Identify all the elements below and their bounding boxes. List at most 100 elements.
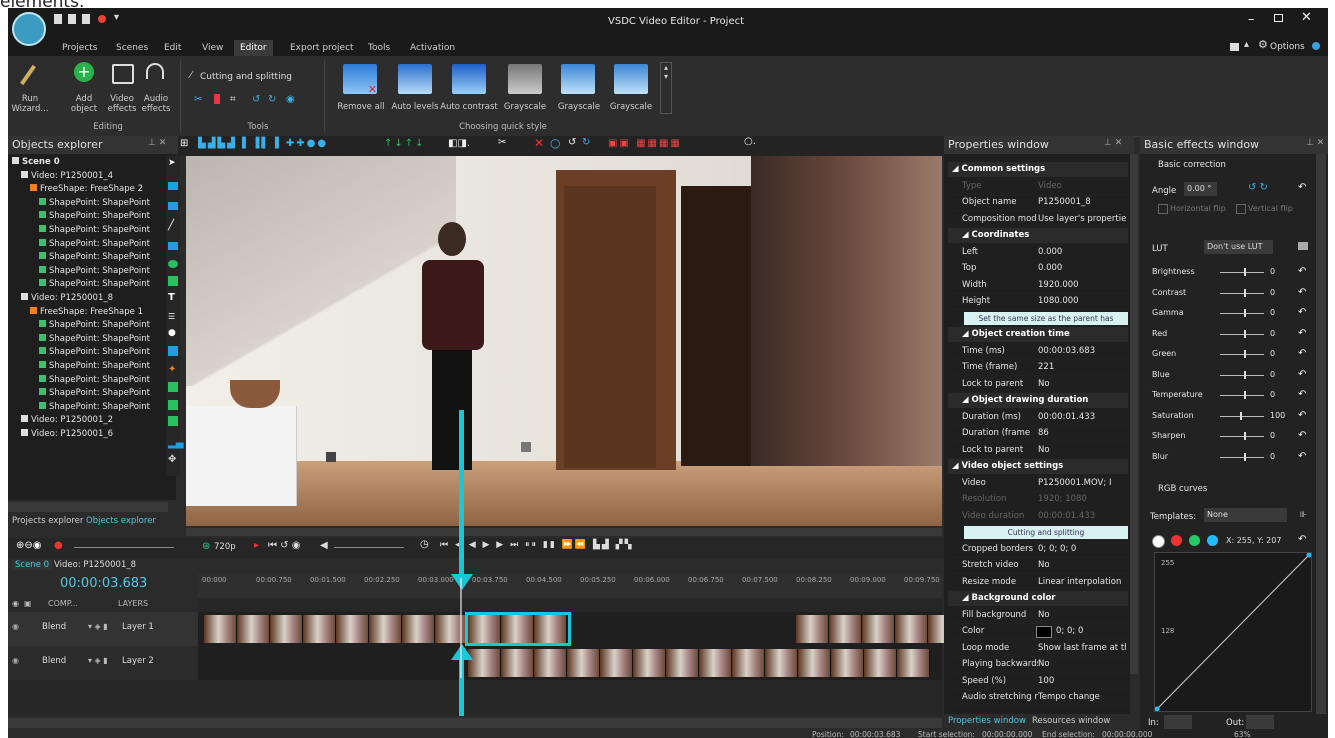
close-button[interactable]: ✕ [1301,10,1312,25]
property-value[interactable]: Show last frame at th [1038,641,1126,656]
rotate-ccw-icon[interactable]: ↺ ↻ [1248,182,1268,193]
property-section-header[interactable]: ◢ Common settings [948,162,1128,177]
volume-icon[interactable]: ◀ [320,540,328,551]
pointer-tool-icon[interactable]: ➤ [168,158,176,168]
align-icons[interactable]: ▙▟▙▟ ▌▐▌▐ ✚✚●● [198,138,328,149]
layer-1-lock-icon[interactable]: ▾ ◈ ▮ [88,622,108,631]
property-row[interactable]: Audio stretching m Tempo change [948,690,1128,706]
rectangle-tool-icon[interactable] [168,242,178,250]
eye-icon[interactable]: ◉ [12,599,19,608]
property-value[interactable]: No [1038,558,1126,573]
save-icon[interactable] [82,14,90,24]
property-value[interactable]: 0; 0; 0 [1056,624,1144,639]
tab-tools[interactable]: Tools [368,40,390,56]
effect-slider[interactable] [1220,374,1264,376]
add-object-button[interactable]: Add object [64,94,104,114]
bubble-tool-icon[interactable]: ● [168,328,176,338]
rotate-right-icon[interactable]: ↻ [268,94,276,105]
property-value[interactable]: P1250001.MOV; I [1038,476,1126,491]
effect-row[interactable]: Contrast 0 ↶ [1152,285,1328,301]
slider-knob[interactable] [1240,411,1242,420]
blue-channel-dot[interactable] [1207,535,1218,546]
pin-icon[interactable]: ⊥ ✕ [148,138,166,148]
property-value[interactable]: No [1038,443,1126,458]
maximize-button[interactable] [1274,14,1283,22]
tree-item[interactable]: ShapePoint: ShapePoint [8,401,150,414]
grayscale-thumb-2[interactable] [561,64,595,94]
property-value[interactable]: 221 [1038,360,1126,375]
property-value[interactable]: 0.000 [1038,261,1126,276]
layer-1-eye-icon[interactable]: ◉ [12,622,19,631]
slider-knob[interactable] [1244,452,1246,461]
properties-vscroll[interactable] [1130,154,1138,674]
tree-item[interactable]: FreeShape: FreeShape 2 [8,183,143,196]
reset-curve-icon[interactable]: ↶ [1298,534,1306,545]
property-value[interactable]: 1080.000 [1038,294,1126,309]
effect-row[interactable]: Sharpen 0 ↶ [1152,428,1328,444]
spectrum-tool-icon[interactable]: ▂▄ [168,438,183,449]
quick-style-auto-contrast[interactable]: Auto contrast [438,102,500,112]
property-row[interactable]: Type Video [948,179,1128,195]
green-channel-dot[interactable] [1189,535,1200,546]
minimize-button[interactable]: – [1248,12,1255,27]
layer-1-clip-thumb[interactable] [895,615,928,643]
auto-contrast-thumb[interactable] [452,64,486,94]
property-row[interactable]: Resolution 1920; 1080 [948,492,1128,508]
timeline-tab-scene[interactable]: Scene 0 [12,560,53,570]
tree-item[interactable]: ShapePoint: ShapePoint [8,251,150,264]
tree-item[interactable]: ShapePoint: ShapePoint [8,374,150,387]
cut-tool-icon[interactable]: ✂ [194,94,202,105]
property-value[interactable]: 0.000 [1038,245,1126,260]
tab-resources-window[interactable]: Resources window [1032,716,1110,726]
image-tool-icon[interactable] [168,382,178,392]
reset-icon[interactable]: ↶ [1298,326,1306,342]
property-row[interactable]: Time (ms) 00:00:03.683 [948,344,1128,360]
reset-icon[interactable]: ↶ [1298,428,1306,444]
video-tool-icon[interactable] [168,182,178,190]
layer-2-track[interactable] [198,646,942,680]
layer-2-clip-thumb[interactable] [798,649,831,677]
collapse-ribbon-icon[interactable]: ▴ [1244,39,1249,50]
tree-item[interactable]: Video: P1250001_2 [8,414,113,427]
video-preview[interactable] [186,156,942,526]
layer-2-clip-thumb[interactable] [732,649,765,677]
property-row[interactable]: Left 0.000 [948,245,1128,261]
property-row[interactable]: Loop mode Show last frame at th [948,641,1128,657]
options-gear-icon[interactable]: ⚙ [1258,38,1268,51]
open-icon[interactable] [68,14,76,24]
rgb-curve-graph[interactable]: 255 128 [1154,552,1312,712]
options-circle-icon[interactable]: ○. [744,136,756,147]
effect-row[interactable]: Red 0 ↶ [1152,326,1328,342]
property-row[interactable]: Composition mod Use layer's properties [948,212,1128,228]
tab-projects-explorer[interactable]: Projects explorer [12,516,83,526]
tree-item[interactable]: Scene 0 [8,156,60,169]
layer-2-blend[interactable]: Blend [42,656,66,666]
timeline-ruler[interactable]: 00:000 00:00.750 00:01.500 00:02.250 00:03.0… [198,574,942,598]
tab-edit[interactable]: Edit [164,40,181,56]
lut-folder-icon[interactable] [1298,242,1308,250]
magic-wand-icon[interactable] [20,64,36,86]
tab-editor[interactable]: Editor [234,40,273,56]
layer-order-icons[interactable]: ◧◨. [448,138,470,149]
reset-icon[interactable]: ↶ [1298,449,1306,465]
layer-1-clip-thumb[interactable] [237,615,270,643]
slider-knob[interactable] [1244,288,1246,297]
chart-tool-icon[interactable] [168,346,178,356]
property-value[interactable]: 00:00:01.433 [1038,410,1126,425]
property-row[interactable]: Time (frame) 221 [948,360,1128,376]
effect-slider[interactable] [1220,333,1264,335]
property-value[interactable]: 1920; 1080 [1038,492,1126,507]
layer-2-header[interactable]: ◉ Blend ▾ ◈ ▮ Layer 2 [8,646,198,680]
reset-icon[interactable]: ↶ [1298,367,1306,383]
property-row[interactable]: Playing backwards No [948,657,1128,673]
resolution-select[interactable]: 720p [214,542,236,552]
zoom-in-icon[interactable]: ⊕⊖◉ [16,540,41,551]
layer-1-header[interactable]: ◉ Blend ▾ ◈ ▮ Layer 1 [8,612,198,646]
in-input[interactable] [1164,715,1192,729]
quick-style-grayscale-1[interactable]: Grayscale [500,102,550,112]
property-value[interactable]: No [1038,377,1126,392]
view-icons[interactable]: ▣▣ ▦▦▦▦ [608,138,682,149]
templates-icon[interactable]: ⊪ [1300,510,1307,519]
tab-projects[interactable]: Projects [62,40,97,56]
property-value[interactable]: 00:00:01.433 [1038,509,1126,524]
